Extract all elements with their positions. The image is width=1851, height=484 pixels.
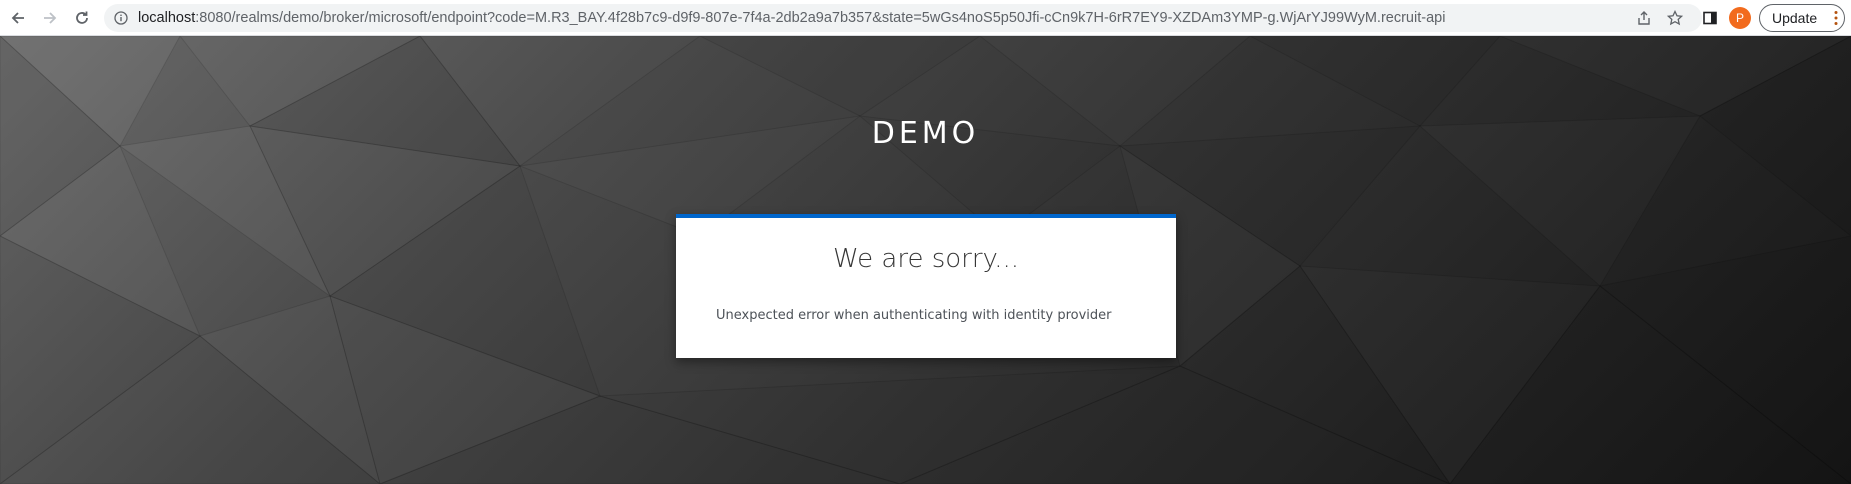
update-label: Update: [1772, 10, 1818, 26]
forward-arrow-icon: [44, 12, 57, 24]
side-panel-button[interactable]: [1698, 6, 1722, 30]
realm-title: DEMO: [871, 116, 980, 151]
login-page-background: DEMO We are sorry... Unexpected error wh…: [0, 36, 1851, 484]
error-message: Unexpected error when authenticating wit…: [716, 308, 1112, 323]
url-path: :8080/realms/demo/broker/microsoft/endpo…: [195, 10, 1446, 26]
error-card: We are sorry... Unexpected error when au…: [676, 214, 1176, 358]
back-button[interactable]: [6, 6, 30, 30]
share-button[interactable]: [1634, 8, 1654, 28]
url-text[interactable]: localhost:8080/realms/demo/broker/micros…: [138, 4, 1445, 32]
reload-icon: [76, 11, 88, 24]
bookmark-button[interactable]: [1665, 8, 1685, 28]
back-arrow-icon: [11, 12, 24, 24]
profile-avatar[interactable]: P: [1729, 7, 1751, 29]
info-icon[interactable]: [114, 11, 128, 25]
share-icon: [1638, 11, 1650, 25]
update-button[interactable]: Update: [1759, 4, 1845, 32]
forward-button[interactable]: [38, 6, 62, 30]
browser-toolbar: localhost:8080/realms/demo/broker/micros…: [0, 0, 1851, 36]
side-panel-icon: [1703, 11, 1717, 25]
address-bar[interactable]: localhost:8080/realms/demo/broker/micros…: [104, 4, 1702, 32]
kebab-menu-icon[interactable]: [1834, 10, 1838, 26]
reload-button[interactable]: [70, 6, 94, 30]
url-host: localhost: [138, 10, 196, 26]
star-icon: [1667, 10, 1683, 26]
error-title: We are sorry...: [832, 244, 1020, 274]
